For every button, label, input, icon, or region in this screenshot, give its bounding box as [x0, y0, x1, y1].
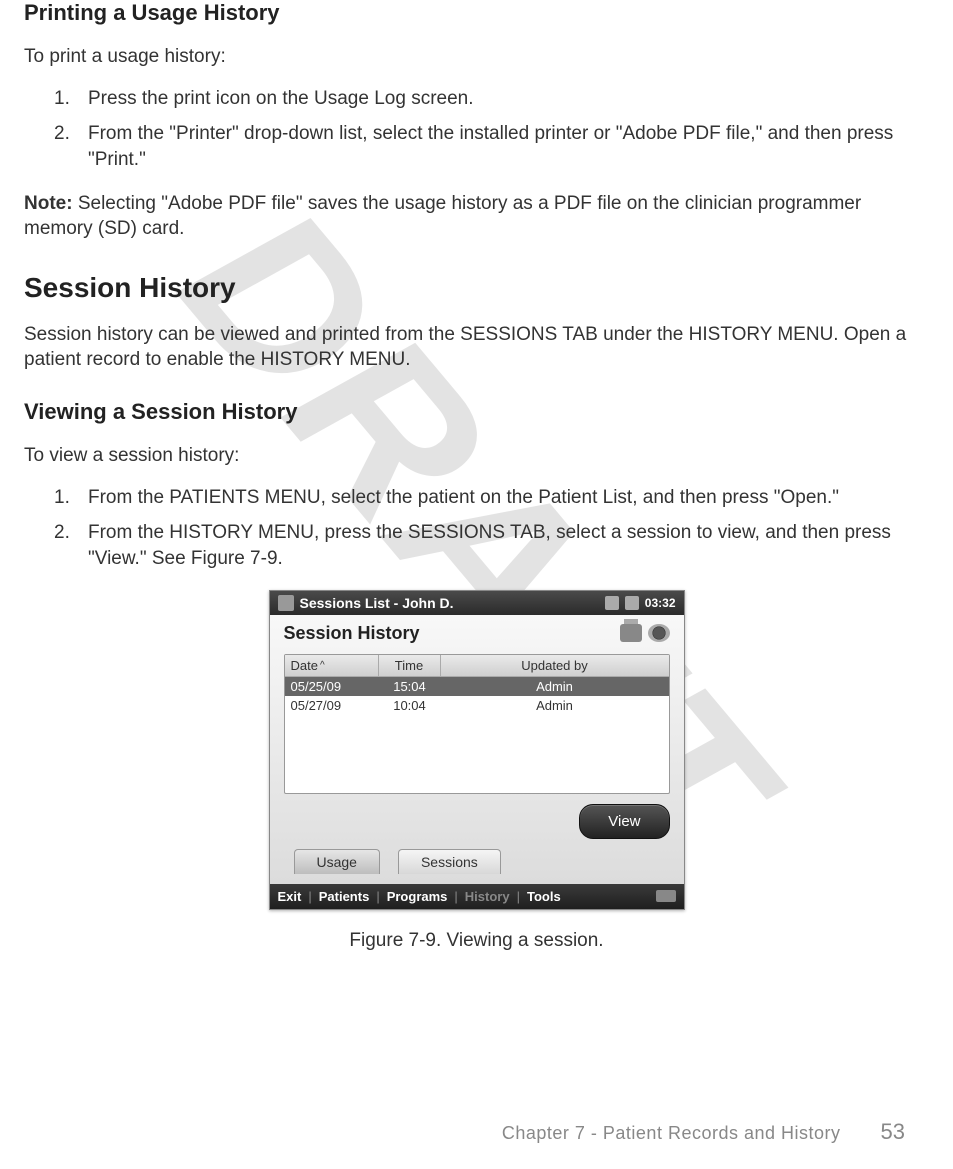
list-item: 2. From the "Printer" drop-down list, se… — [54, 121, 929, 172]
panel-title: Session History — [284, 623, 614, 644]
device-titlebar: Sessions List - John D. 03:32 — [270, 591, 684, 615]
window-title: Sessions List - John D. — [300, 595, 599, 611]
menu-separator: | — [308, 889, 311, 904]
step-text: From the PATIENTS MENU, select the patie… — [88, 485, 929, 511]
menu-history: History — [465, 889, 510, 904]
footer-chapter: Chapter 7 - Patient Records and History — [502, 1123, 841, 1144]
steps-print-usage: 1. Press the print icon on the Usage Log… — [24, 86, 929, 173]
status-area: 03:32 — [605, 596, 676, 610]
step-number: 1. — [54, 86, 88, 112]
cell-date: 05/25/09 — [285, 677, 379, 696]
menu-tools[interactable]: Tools — [527, 889, 561, 904]
menu-exit[interactable]: Exit — [278, 889, 302, 904]
panel-inner: Session History Date^ Time Updated by 05… — [270, 615, 684, 884]
step-number: 1. — [54, 485, 88, 511]
lead-print-usage: To print a usage history: — [24, 44, 929, 70]
column-header-time[interactable]: Time — [379, 655, 441, 676]
device-bottombar: Exit | Patients | Programs | History | T… — [270, 884, 684, 909]
view-button-row: View — [284, 804, 670, 839]
step-text: Press the print icon on the Usage Log sc… — [88, 86, 929, 112]
table-row[interactable]: 05/25/09 15:04 Admin — [285, 677, 669, 696]
step-number: 2. — [54, 520, 88, 571]
note-text: Selecting "Adobe PDF file" saves the usa… — [24, 193, 861, 240]
lead-session-history: Session history can be viewed and printe… — [24, 322, 929, 373]
heading-session-history: Session History — [24, 272, 929, 304]
heading-viewing-session-history: Viewing a Session History — [24, 399, 929, 425]
figure-7-9: Sessions List - John D. 03:32 Session Hi… — [24, 590, 929, 952]
menu-separator: | — [454, 889, 457, 904]
sort-caret-icon: ^ — [320, 660, 325, 671]
note-label: Note: — [24, 193, 73, 214]
figure-caption: Figure 7-9. Viewing a session. — [349, 930, 603, 952]
menu-patients[interactable]: Patients — [319, 889, 370, 904]
sessions-listbox[interactable]: Date^ Time Updated by 05/25/09 15:04 Adm… — [284, 654, 670, 794]
menu-separator: | — [517, 889, 520, 904]
device-screenshot: Sessions List - John D. 03:32 Session Hi… — [269, 590, 685, 910]
cell-time: 10:04 — [379, 696, 441, 715]
cell-time: 15:04 — [379, 677, 441, 696]
tab-usage[interactable]: Usage — [294, 849, 380, 874]
column-header-date[interactable]: Date^ — [285, 655, 379, 676]
steps-view-session: 1. From the PATIENTS MENU, select the pa… — [24, 485, 929, 572]
list-item: 1. Press the print icon on the Usage Log… — [54, 86, 929, 112]
note-paragraph: Note: Selecting "Adobe PDF file" saves t… — [24, 191, 929, 242]
connectivity-icon — [605, 596, 619, 610]
volume-icon — [625, 596, 639, 610]
tab-sessions[interactable]: Sessions — [398, 849, 501, 874]
list-item: 1. From the PATIENTS MENU, select the pa… — [54, 485, 929, 511]
lead-view-session: To view a session history: — [24, 443, 929, 469]
clock: 03:32 — [645, 596, 676, 610]
table-row[interactable]: 05/27/09 10:04 Admin — [285, 696, 669, 715]
cell-date: 05/27/09 — [285, 696, 379, 715]
list-item: 2. From the HISTORY MENU, press the SESS… — [54, 520, 929, 571]
step-text: From the HISTORY MENU, press the SESSION… — [88, 520, 929, 571]
print-icon[interactable] — [620, 624, 642, 642]
page-footer: Chapter 7 - Patient Records and History … — [0, 1119, 953, 1145]
keyboard-icon[interactable] — [656, 890, 676, 902]
footer-page-number: 53 — [881, 1119, 905, 1145]
cell-updated-by: Admin — [441, 677, 669, 696]
menu-separator: | — [376, 889, 379, 904]
view-button[interactable]: View — [579, 804, 669, 839]
tabs-row: Usage Sessions — [284, 849, 670, 874]
column-date-label: Date — [291, 658, 318, 673]
menu-programs[interactable]: Programs — [387, 889, 448, 904]
step-text: From the "Printer" drop-down list, selec… — [88, 121, 929, 172]
listbox-header: Date^ Time Updated by — [285, 655, 669, 677]
column-header-updated-by[interactable]: Updated by — [441, 655, 669, 676]
heading-printing-usage-history: Printing a Usage History — [24, 0, 929, 26]
panel-header: Session History — [284, 623, 670, 644]
step-number: 2. — [54, 121, 88, 172]
window-icon — [278, 595, 294, 611]
lens-icon[interactable] — [648, 624, 670, 642]
cell-updated-by: Admin — [441, 696, 669, 715]
